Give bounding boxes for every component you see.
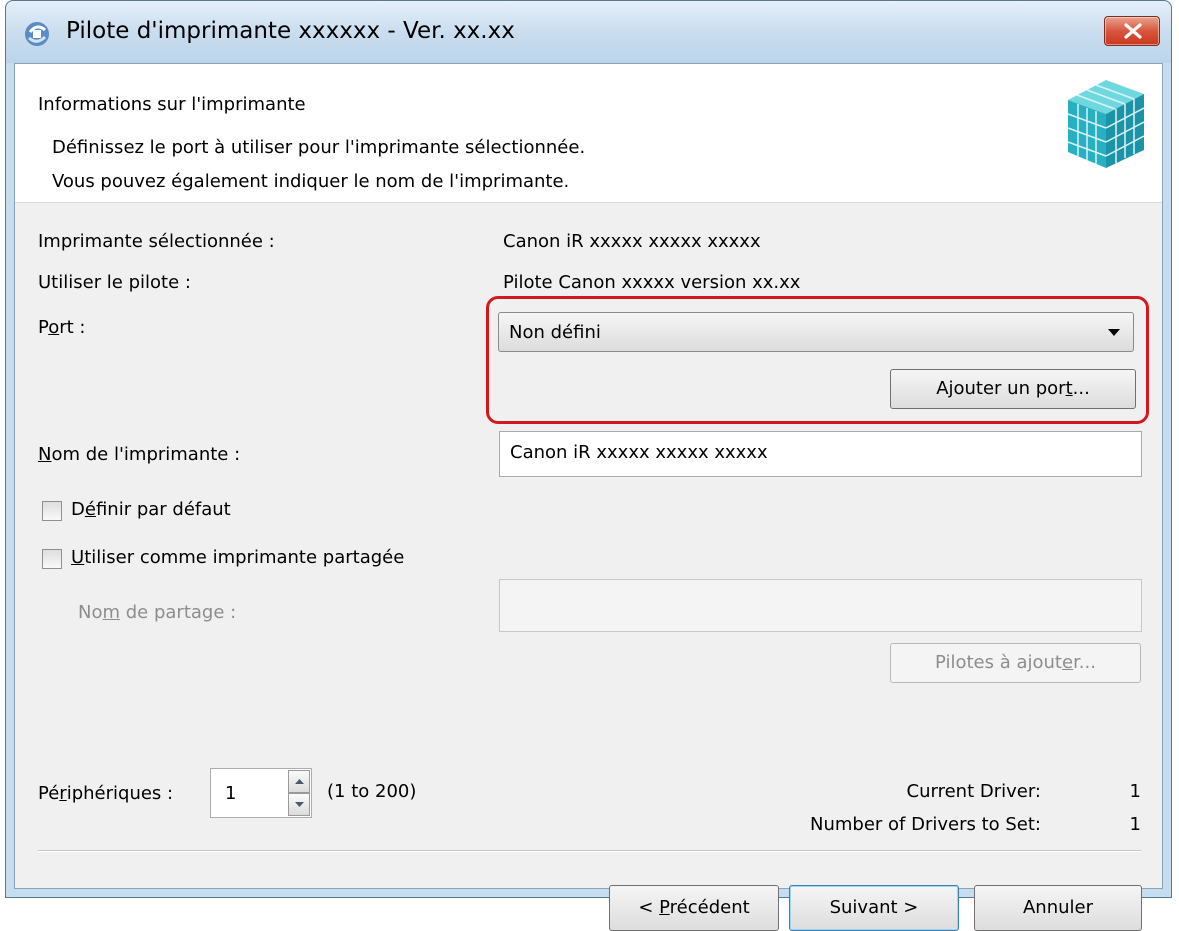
dialog-client-area: Informations sur l'imprimante Définissez…: [14, 63, 1163, 931]
share-label-part: tiliser comme imprimante partagée: [84, 547, 405, 568]
devices-range-label: (1 to 200): [327, 781, 417, 802]
current-driver-label: Current Driver:: [906, 781, 1041, 802]
add-port-label-accel: t: [1065, 378, 1073, 399]
drivers-btn-label-part: Pilotes à ajout: [935, 652, 1062, 673]
drivers-to-set-label: Number of Drivers to Set:: [809, 814, 1041, 835]
spin-up-button[interactable]: [288, 770, 310, 793]
wizard-header: Informations sur l'imprimante Définissez…: [15, 64, 1162, 203]
next-button[interactable]: Suivant >: [789, 885, 959, 931]
current-driver-value: 1: [1129, 781, 1141, 802]
wizard-body: Imprimante sélectionnée : Canon iR xxxxx…: [15, 203, 1162, 931]
printer-driver-app-icon: [25, 22, 49, 46]
devices-label-accel: r: [59, 783, 67, 804]
selected-printer-label: Imprimante sélectionnée :: [38, 231, 275, 252]
printer-name-label-accel: N: [38, 444, 52, 465]
port-dropdown-value: Non défini: [509, 322, 601, 343]
printer-name-label-part: om de l'imprimante :: [51, 444, 241, 465]
drivers-btn-label-part: r...: [1073, 652, 1096, 673]
title-bar[interactable]: Pilote d'imprimante xxxxxx - Ver. xx.xx: [6, 1, 1171, 63]
spin-down-button[interactable]: [288, 793, 310, 816]
close-button[interactable]: [1104, 16, 1160, 46]
header-title: Informations sur l'imprimante: [38, 94, 306, 115]
drivers-to-set-value: 1: [1129, 814, 1141, 835]
add-port-label-part: ...: [1072, 378, 1090, 399]
share-checkbox-label[interactable]: Utiliser comme imprimante partagée: [71, 547, 404, 568]
window-title: Pilote d'imprimante xxxxxx - Ver. xx.xx: [66, 18, 515, 44]
default-label-accel: é: [84, 499, 96, 520]
add-port-label-part: Ajouter un por: [936, 378, 1066, 399]
header-description-line1: Définissez le port à utiliser pour l'imp…: [52, 137, 586, 158]
share-name-label: Nom de partage :: [78, 602, 236, 623]
default-label-part: finir par défaut: [95, 499, 231, 520]
port-label: Port :: [38, 317, 85, 338]
installer-window: Pilote d'imprimante xxxxxx - Ver. xx.xx …: [5, 0, 1172, 931]
arrow-down-icon: [295, 802, 304, 807]
driver-cube-icon: [1067, 80, 1145, 168]
default-checkbox[interactable]: [42, 501, 62, 521]
port-label-part: rt :: [59, 317, 86, 338]
default-checkbox-label[interactable]: Définir par défaut: [71, 499, 231, 520]
port-label-accel: o: [48, 317, 60, 338]
devices-spinbox[interactable]: 1: [210, 768, 312, 818]
back-label-part: récédent: [669, 897, 750, 918]
cancel-button[interactable]: Annuler: [974, 885, 1142, 931]
back-label-accel: P: [659, 897, 670, 918]
printer-name-input-value: Canon iR xxxxx xxxxx xxxxx: [510, 442, 768, 463]
drivers-to-add-button[interactable]: Pilotes à ajouter...: [890, 643, 1141, 683]
footer-separator: [38, 850, 1141, 852]
share-name-label-part: de partage :: [120, 602, 237, 623]
share-label-accel: U: [71, 547, 85, 568]
arrow-up-icon: [295, 779, 304, 784]
devices-spinbox-value: 1: [225, 783, 237, 804]
printer-name-label: Nom de l'imprimante :: [38, 444, 240, 465]
share-name-label-accel: m: [102, 602, 121, 623]
share-name-label-part: No: [78, 602, 103, 623]
port-label-part: P: [38, 317, 49, 338]
close-icon: [1124, 23, 1142, 39]
selected-printer-value: Canon iR xxxxx xxxxx xxxxx: [503, 231, 761, 252]
header-description-line2: Vous pouvez également indiquer le nom de…: [52, 171, 570, 192]
back-button[interactable]: < Précédent: [609, 885, 779, 931]
devices-label-part: Pé: [38, 783, 60, 804]
back-label-part: <: [638, 897, 660, 918]
chevron-down-icon: [1108, 329, 1120, 336]
share-checkbox[interactable]: [42, 549, 62, 569]
share-name-input[interactable]: [499, 579, 1142, 632]
printer-name-input[interactable]: Canon iR xxxxx xxxxx xxxxx: [499, 431, 1142, 477]
drivers-btn-label-accel: e: [1061, 652, 1074, 673]
devices-label: Périphériques :: [38, 783, 173, 804]
add-port-button[interactable]: Ajouter un port...: [890, 369, 1136, 409]
driver-value: Pilote Canon xxxxx version xx.xx: [503, 272, 801, 293]
default-label-part: D: [71, 499, 85, 520]
driver-label: Utiliser le pilote :: [38, 272, 191, 293]
devices-label-part: iphériques :: [66, 783, 174, 804]
port-dropdown[interactable]: Non défini: [498, 312, 1134, 352]
